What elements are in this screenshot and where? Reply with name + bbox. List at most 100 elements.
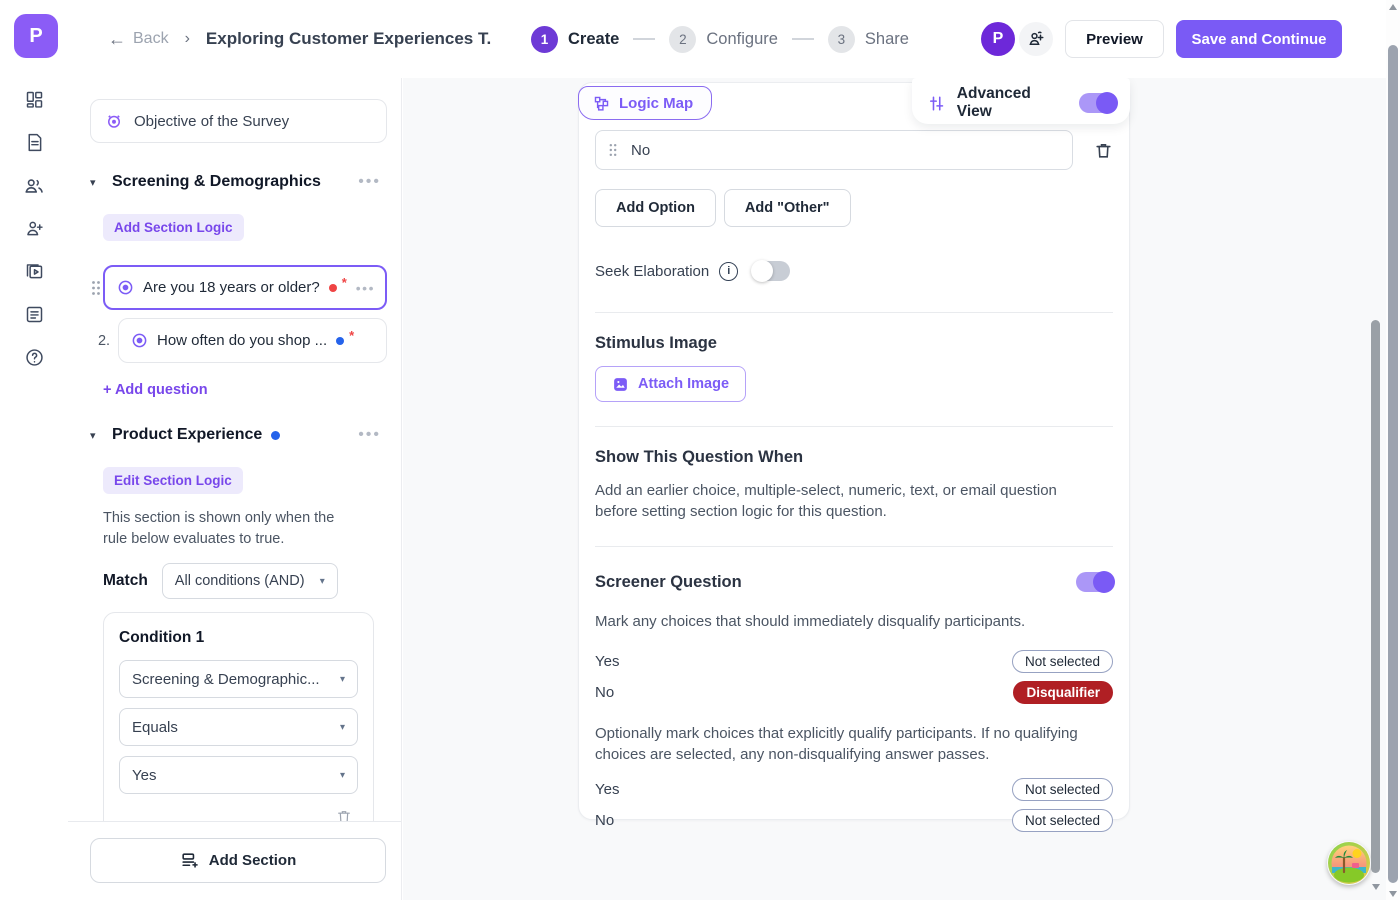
condition-question-value: Screening & Demographic...	[132, 671, 320, 688]
preview-button[interactable]: Preview	[1065, 20, 1164, 58]
content-scrollbar[interactable]	[1370, 78, 1381, 900]
match-rule-row: Match All conditions (AND) ▾	[103, 563, 387, 599]
trash-icon	[336, 808, 352, 821]
more-menu-icon[interactable]: •••	[358, 173, 387, 191]
nav-help-button[interactable]	[0, 336, 68, 379]
scrollbar-thumb[interactable]	[1388, 45, 1398, 883]
blue-dot-icon	[336, 337, 344, 345]
nav-participants-button[interactable]	[0, 164, 68, 207]
window-scrollbar[interactable]	[1386, 0, 1400, 900]
nav-media-button[interactable]	[0, 250, 68, 293]
screener-toggle[interactable]	[1076, 572, 1113, 592]
screener-choice-row: Yes Not selected	[595, 777, 1113, 801]
sidebar-scroll-area[interactable]: Objective of the Survey ▾ Screening & De…	[68, 78, 401, 821]
condition-question-select[interactable]: Screening & Demographic... ▾	[119, 660, 358, 698]
section-title[interactable]: Screening & Demographics	[112, 173, 321, 191]
question-editor-card: No Add Option Add "Other" Seek Elaborati…	[578, 82, 1130, 820]
drag-handle[interactable]	[90, 280, 103, 296]
delete-option-button[interactable]	[1094, 140, 1113, 161]
drag-dots-icon[interactable]	[608, 143, 618, 157]
user-plus-icon	[24, 218, 45, 239]
nav-reports-button[interactable]	[0, 293, 68, 336]
answer-option-row: No	[595, 130, 1113, 170]
seek-elaboration-toggle[interactable]	[753, 261, 790, 281]
add-section-logic-link[interactable]: Add Section Logic	[103, 214, 244, 241]
qualify-hint: Optionally mark choices that explicitly …	[595, 723, 1095, 765]
article-icon	[24, 304, 45, 325]
user-avatar[interactable]: P	[981, 22, 1015, 56]
delete-condition-button[interactable]	[119, 804, 358, 821]
add-question-link[interactable]: + Add question	[103, 382, 387, 398]
step-connector	[633, 38, 655, 40]
divider	[595, 426, 1113, 427]
nav-documents-button[interactable]	[0, 121, 68, 164]
logic-map-button[interactable]: Logic Map	[578, 86, 712, 120]
step-3-label: Share	[865, 30, 909, 49]
scroll-down-arrow[interactable]	[1372, 884, 1380, 890]
survey-title[interactable]: Exploring Customer Experiences T.	[206, 29, 491, 49]
left-icon-rail	[0, 78, 68, 900]
section-header-screening: ▾ Screening & Demographics •••	[90, 173, 387, 191]
option-text-input[interactable]: No	[595, 130, 1073, 170]
divider	[595, 312, 1113, 313]
add-section-button[interactable]: Add Section	[90, 838, 386, 883]
survey-structure-sidebar: Objective of the Survey ▾ Screening & De…	[68, 78, 402, 900]
video-library-icon	[24, 261, 45, 282]
disqualifier-badge[interactable]: Disqualifier	[1013, 681, 1113, 704]
add-other-button[interactable]: Add "Other"	[724, 189, 851, 227]
advanced-view-toggle[interactable]	[1079, 93, 1116, 113]
option-text-value: No	[631, 142, 650, 159]
nav-dashboard-button[interactable]	[0, 78, 68, 121]
choice-status-badge[interactable]: Not selected	[1012, 778, 1113, 801]
back-arrow-icon: ←	[108, 29, 126, 50]
edit-section-logic-link[interactable]: Edit Section Logic	[103, 467, 243, 494]
question-editor-area: Logic Map Advanced View No	[403, 78, 1386, 900]
required-asterisk: *	[342, 275, 347, 290]
question-item[interactable]: How often do you shop ... *	[118, 318, 387, 363]
chevron-down-icon: ▾	[340, 770, 345, 781]
objective-item[interactable]: Objective of the Survey	[90, 99, 387, 143]
island-icon	[1327, 841, 1371, 885]
red-dot-icon	[329, 284, 337, 292]
seek-elaboration-label: Seek Elaboration	[595, 263, 709, 280]
app-logo[interactable]: P	[14, 14, 58, 58]
match-mode-value: All conditions (AND)	[175, 573, 305, 589]
scrollbar-thumb[interactable]	[1371, 320, 1380, 873]
step-1-circle[interactable]: 1	[531, 26, 558, 53]
more-menu-icon[interactable]: •••	[358, 426, 387, 444]
attach-image-button[interactable]: Attach Image	[595, 366, 746, 402]
choice-status-badge[interactable]: Not selected	[1012, 650, 1113, 673]
match-mode-select[interactable]: All conditions (AND) ▾	[162, 563, 338, 599]
help-icon	[24, 347, 45, 368]
back-button[interactable]: ← Back	[108, 29, 169, 50]
section-status-dot	[271, 431, 280, 440]
objective-label: Objective of the Survey	[134, 113, 289, 130]
question-item-selected[interactable]: Are you 18 years or older? * •••	[103, 265, 387, 310]
choice-status-badge[interactable]: Not selected	[1012, 809, 1113, 832]
condition-answer-select[interactable]: Yes ▾	[119, 756, 358, 794]
sidebar-footer: Add Section	[68, 821, 401, 900]
person-add-icon	[1027, 30, 1045, 48]
scroll-down-arrow[interactable]	[1389, 891, 1397, 897]
question-number: 2.	[90, 333, 118, 349]
nav-add-user-button[interactable]	[0, 207, 68, 250]
step-connector	[792, 38, 814, 40]
caret-down-icon[interactable]: ▾	[90, 176, 112, 189]
save-and-continue-button[interactable]: Save and Continue	[1176, 20, 1342, 58]
invite-collaborator-button[interactable]	[1019, 22, 1053, 56]
more-menu-icon[interactable]: •••	[356, 280, 375, 296]
caret-down-icon[interactable]: ▾	[90, 429, 112, 442]
info-icon[interactable]: i	[719, 262, 738, 281]
step-3-circle[interactable]: 3	[828, 26, 855, 53]
island-widget-button[interactable]	[1327, 841, 1371, 885]
back-label: Back	[133, 30, 169, 48]
add-option-button[interactable]: Add Option	[595, 189, 716, 227]
divider	[595, 546, 1113, 547]
condition-operator-select[interactable]: Equals ▾	[119, 708, 358, 746]
question-row-1: Are you 18 years or older? * •••	[90, 265, 387, 310]
scroll-up-arrow[interactable]	[1389, 4, 1397, 10]
radio-question-icon	[117, 279, 134, 296]
choice-label: No	[595, 684, 614, 701]
section-title[interactable]: Product Experience	[112, 426, 262, 444]
step-2-circle[interactable]: 2	[669, 26, 696, 53]
